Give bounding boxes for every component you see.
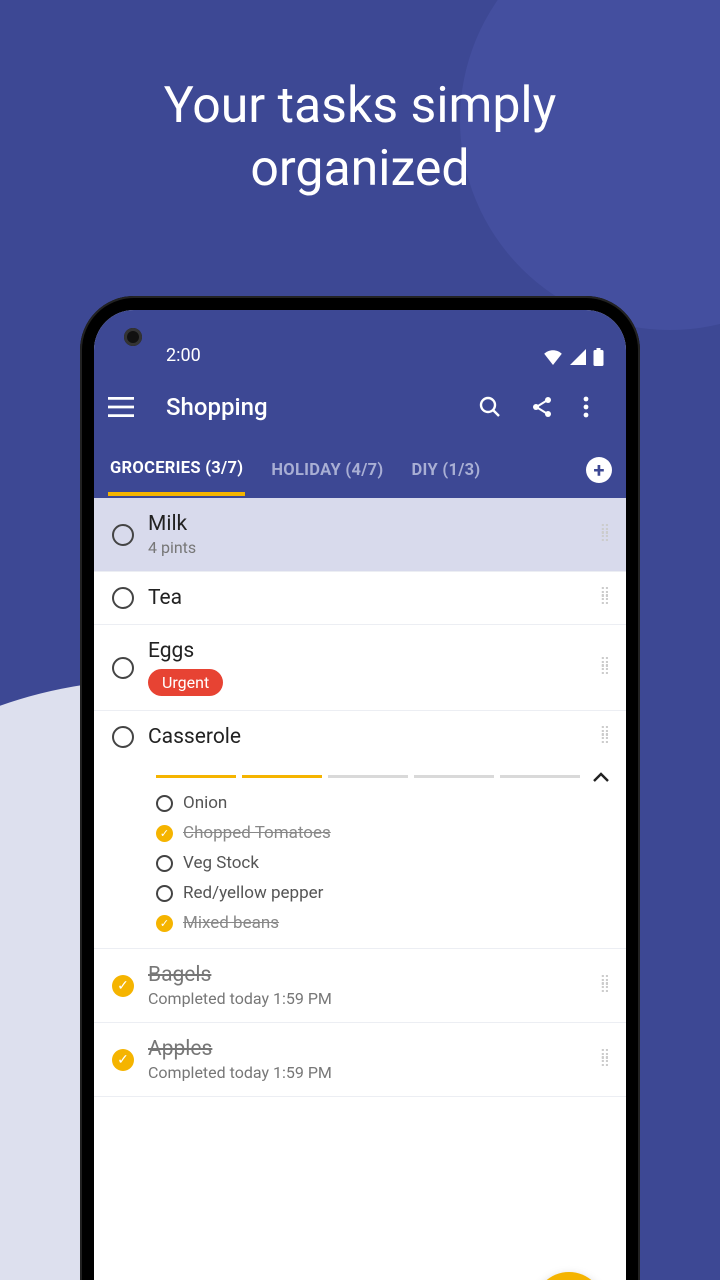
checkbox-icon[interactable] (156, 795, 173, 812)
menu-icon[interactable] (108, 397, 138, 417)
task-subtitle: Completed today 1:59 PM (148, 989, 586, 1008)
subtask-item[interactable]: ✓Chopped Tomatoes (156, 818, 608, 848)
camera-cutout (124, 328, 142, 346)
signal-icon (569, 349, 587, 365)
checkbox-icon[interactable] (112, 587, 134, 609)
subtask-area: Onion ✓Chopped Tomatoes Veg Stock Red/ye… (94, 763, 626, 949)
task-subtitle: Completed today 1:59 PM (148, 1063, 586, 1082)
overflow-icon[interactable] (582, 396, 612, 418)
tab-bar: GROCERIES (3/7) HOLIDAY (4/7) DIY (1/3) … (94, 442, 626, 498)
app-bar: Shopping (94, 372, 626, 442)
task-title: Casserole (148, 725, 586, 749)
drag-handle-icon[interactable]: ⠿⠿ (600, 591, 612, 605)
checkbox-done-icon[interactable]: ✓ (156, 825, 173, 842)
task-title: Milk (148, 512, 586, 536)
checkbox-icon[interactable] (112, 726, 134, 748)
task-item[interactable]: Casserole ⠿⠿ (94, 711, 626, 763)
battery-icon (593, 348, 604, 366)
tab-holiday[interactable]: HOLIDAY (4/7) (269, 447, 385, 494)
app-screen: 2:00 Shopping GROCERIES (3/7) (94, 310, 626, 1280)
phone-frame: 2:00 Shopping GROCERIES (3/7) (80, 296, 640, 1280)
checkbox-done-icon[interactable]: ✓ (112, 1049, 134, 1071)
wifi-icon (543, 349, 563, 365)
add-task-fab[interactable]: + (534, 1272, 604, 1280)
urgent-badge: Urgent (148, 669, 223, 696)
collapse-icon[interactable] (592, 771, 610, 783)
task-title: Apples (148, 1037, 586, 1061)
share-icon[interactable] (530, 395, 560, 419)
drag-handle-icon[interactable]: ⠿⠿ (600, 1053, 612, 1067)
task-item-completed[interactable]: ✓ Apples Completed today 1:59 PM ⠿⠿ (94, 1023, 626, 1097)
search-icon[interactable] (478, 395, 508, 419)
checkbox-icon[interactable] (112, 524, 134, 546)
task-title: Eggs (148, 639, 586, 663)
subtask-item[interactable]: Red/yellow pepper (156, 878, 608, 908)
checkbox-icon[interactable] (112, 657, 134, 679)
drag-handle-icon[interactable]: ⠿⠿ (600, 730, 612, 744)
app-title: Shopping (160, 393, 456, 421)
task-item[interactable]: Milk 4 pints ⠿⠿ (94, 498, 626, 572)
status-bar: 2:00 (94, 310, 626, 372)
task-item-completed[interactable]: ✓ Bagels Completed today 1:59 PM ⠿⠿ (94, 949, 626, 1023)
status-time: 2:00 (166, 345, 201, 366)
task-list[interactable]: Milk 4 pints ⠿⠿ Tea ⠿⠿ Eggs Urgent ⠿⠿ (94, 498, 626, 1097)
checkbox-done-icon[interactable]: ✓ (156, 915, 173, 932)
task-item[interactable]: Tea ⠿⠿ (94, 572, 626, 625)
subtask-progress (156, 775, 580, 778)
subtask-item[interactable]: Veg Stock (156, 848, 608, 878)
checkbox-icon[interactable] (156, 885, 173, 902)
status-icons (543, 348, 604, 366)
task-subtitle: 4 pints (148, 538, 586, 557)
drag-handle-icon[interactable]: ⠿⠿ (600, 661, 612, 675)
drag-handle-icon[interactable]: ⠿⠿ (600, 979, 612, 993)
checkbox-done-icon[interactable]: ✓ (112, 975, 134, 997)
add-tab-button[interactable]: + (586, 457, 612, 483)
tab-groceries[interactable]: GROCERIES (3/7) (108, 445, 245, 496)
tab-diy[interactable]: DIY (1/3) (410, 447, 483, 494)
subtask-item[interactable]: Onion (156, 788, 608, 818)
task-title: Tea (148, 586, 586, 610)
task-title: Bagels (148, 963, 586, 987)
task-item[interactable]: Eggs Urgent ⠿⠿ (94, 625, 626, 711)
subtask-item[interactable]: ✓Mixed beans (156, 908, 608, 938)
drag-handle-icon[interactable]: ⠿⠿ (600, 528, 612, 542)
marketing-headline: Your tasks simply organized (0, 0, 720, 200)
checkbox-icon[interactable] (156, 855, 173, 872)
